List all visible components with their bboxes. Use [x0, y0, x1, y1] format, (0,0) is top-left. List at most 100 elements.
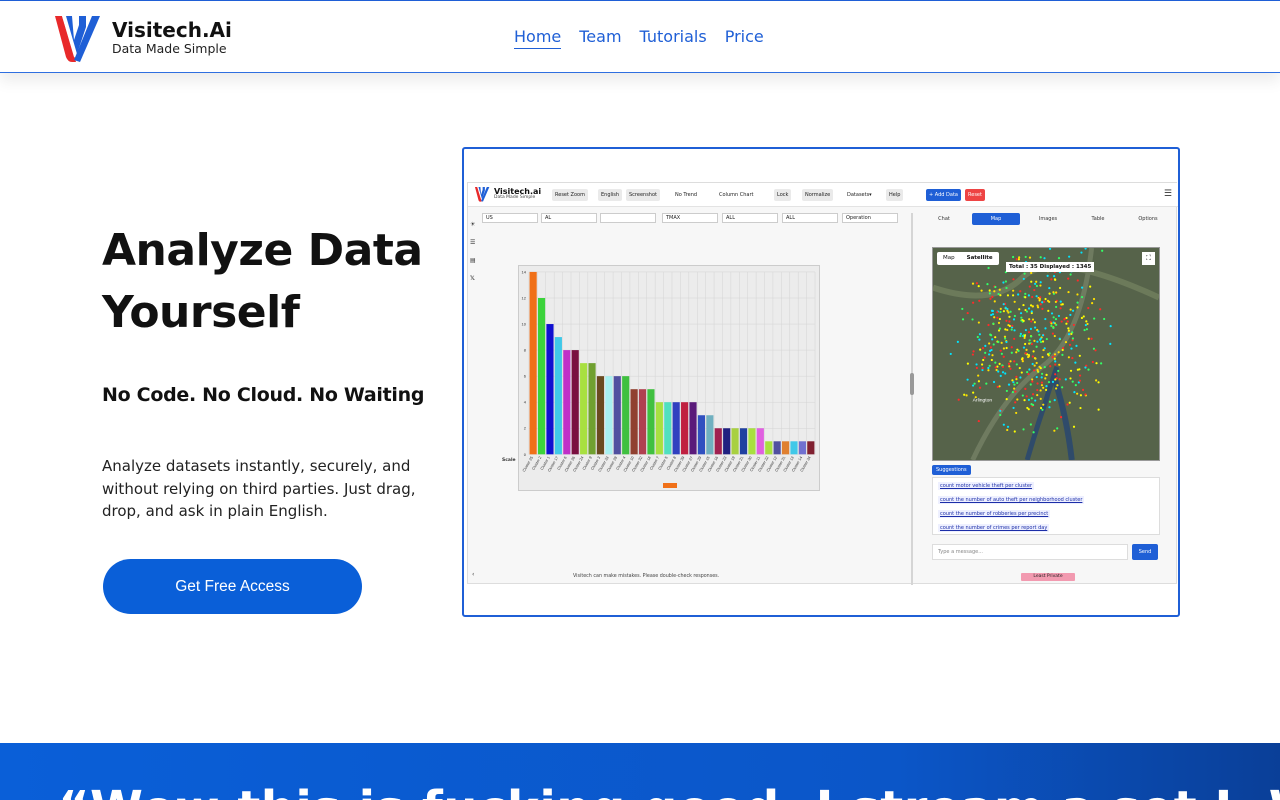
map-point: [1054, 373, 1057, 376]
bar[interactable]: [689, 402, 697, 455]
map-point: [1022, 277, 1025, 281]
chat-input[interactable]: Type a message...: [932, 544, 1128, 560]
lock-button[interactable]: Lock: [774, 189, 792, 201]
nav-price[interactable]: Price: [725, 27, 764, 49]
bar[interactable]: [756, 428, 764, 455]
reset-zoom-button[interactable]: Reset Zoom: [552, 189, 588, 201]
screenshot-button[interactable]: Screenshot: [626, 189, 660, 201]
bar[interactable]: [664, 402, 672, 455]
hamburger-menu-icon[interactable]: ☰: [1164, 189, 1172, 199]
filter-all-2[interactable]: ALL: [782, 213, 838, 223]
bar[interactable]: [588, 363, 596, 455]
bar[interactable]: [731, 428, 739, 455]
nav-tutorials[interactable]: Tutorials: [640, 27, 707, 49]
bar[interactable]: [672, 402, 680, 455]
map-point: [1084, 366, 1087, 369]
panel-resize-handle[interactable]: [910, 373, 914, 395]
layers-icon[interactable]: ▤: [470, 257, 480, 275]
filter-country[interactable]: US: [482, 213, 538, 223]
filter-operation[interactable]: Operation: [842, 213, 898, 223]
bar[interactable]: [706, 415, 714, 455]
map-point: [1039, 389, 1042, 392]
bar[interactable]: [554, 337, 562, 455]
bar[interactable]: [537, 298, 546, 455]
bar[interactable]: [773, 441, 781, 455]
trend-select[interactable]: No Trend: [672, 189, 701, 201]
bar[interactable]: [605, 376, 613, 455]
add-data-button[interactable]: + Add Data: [926, 189, 961, 201]
get-free-access-button[interactable]: Get Free Access: [103, 559, 362, 614]
chart-type-select[interactable]: Column Chart: [716, 189, 757, 201]
bar[interactable]: [807, 441, 815, 455]
bar[interactable]: [748, 428, 756, 455]
map-point: [1060, 320, 1063, 323]
map-point: [993, 316, 996, 319]
filter-state[interactable]: AL: [541, 213, 597, 223]
satellite-map[interactable]: Arlington Map Satellite Total : 35 Displ…: [932, 247, 1160, 461]
map-point: [1053, 357, 1056, 360]
bar[interactable]: [781, 441, 790, 455]
privacy-level-select[interactable]: Least Private: [1021, 573, 1075, 581]
map-tab-map[interactable]: Map: [937, 252, 961, 265]
bar[interactable]: [613, 376, 621, 455]
sun-icon[interactable]: ☀: [470, 221, 480, 239]
map-point: [1002, 281, 1005, 284]
map-point: [1035, 280, 1038, 283]
brand-logo[interactable]: Visitech.Ai Data Made Simple: [52, 13, 232, 63]
map-point: [1017, 293, 1020, 296]
bar[interactable]: [563, 350, 571, 455]
bar[interactable]: [580, 363, 588, 455]
send-button[interactable]: Send: [1132, 544, 1158, 560]
nav-home[interactable]: Home: [514, 27, 562, 49]
tab-table[interactable]: Table: [1074, 213, 1122, 225]
datasets-menu[interactable]: Datasets▾: [844, 189, 875, 201]
suggestion-item[interactable]: count the number of crimes per report da…: [938, 524, 1050, 532]
map-point: [1031, 355, 1034, 358]
filter-measure[interactable]: TMAX: [662, 213, 718, 223]
map-point: [1030, 280, 1033, 283]
bar[interactable]: [790, 441, 798, 455]
suggestion-item[interactable]: count the number of auto theft per neigh…: [938, 496, 1085, 504]
tab-map[interactable]: Map: [972, 213, 1020, 225]
map-point: [1055, 305, 1058, 309]
map-tab-satellite[interactable]: Satellite: [961, 252, 999, 265]
bar[interactable]: [798, 441, 806, 455]
nav-team[interactable]: Team: [579, 27, 621, 49]
bar[interactable]: [546, 324, 554, 455]
map-point: [1091, 360, 1094, 364]
map-point: [1007, 383, 1011, 386]
bar[interactable]: [571, 350, 579, 455]
reset-button[interactable]: Reset: [965, 189, 985, 201]
filter-empty[interactable]: [600, 213, 656, 223]
sliders-icon[interactable]: ☰: [470, 239, 480, 257]
bar[interactable]: [622, 376, 630, 455]
map-point: [1030, 335, 1033, 338]
bar[interactable]: [647, 389, 655, 455]
tab-options[interactable]: Options: [1124, 213, 1172, 225]
tab-images[interactable]: Images: [1024, 213, 1072, 225]
bar[interactable]: [714, 428, 722, 455]
bar[interactable]: [765, 441, 773, 455]
filter-all-1[interactable]: ALL: [722, 213, 778, 223]
bar[interactable]: [638, 389, 647, 455]
suggestion-item[interactable]: count the number of robberies per precin…: [938, 510, 1051, 518]
bar[interactable]: [739, 428, 748, 455]
bar[interactable]: [596, 376, 605, 455]
map-point: [1050, 278, 1053, 281]
bar[interactable]: [697, 415, 706, 455]
help-button[interactable]: Help: [886, 189, 904, 201]
collapse-arrow-icon[interactable]: ‹: [472, 571, 474, 578]
suggestion-item[interactable]: count motor vehicle theft per cluster: [938, 482, 1035, 490]
x-icon[interactable]: 𝕏: [470, 275, 480, 293]
right-panel: Chat Map Images Table Options Arlington …: [918, 211, 1176, 585]
bar[interactable]: [630, 389, 638, 455]
map-point: [1033, 339, 1036, 342]
fullscreen-icon[interactable]: ⛶: [1142, 252, 1155, 265]
normalize-button[interactable]: Normalize: [802, 189, 834, 201]
bar[interactable]: [681, 402, 689, 455]
bar[interactable]: [655, 402, 663, 455]
language-button[interactable]: English: [598, 189, 623, 201]
bar[interactable]: [529, 271, 537, 455]
tab-chat[interactable]: Chat: [922, 213, 966, 225]
bar[interactable]: [723, 428, 731, 455]
